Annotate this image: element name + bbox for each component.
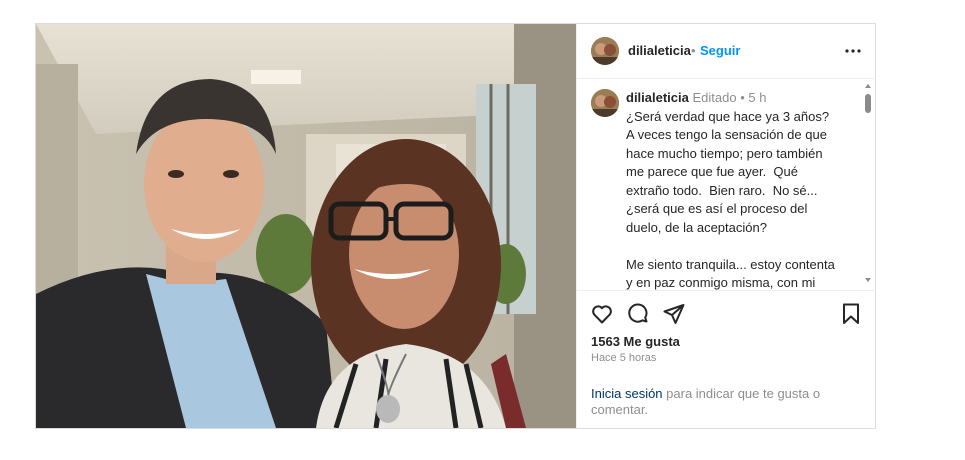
post-image	[36, 24, 576, 428]
scroll-thumb[interactable]	[865, 94, 871, 113]
caption-paragraph-1: ¿Será verdad que hace ya 3 años? A veces…	[626, 108, 836, 235]
likes-count[interactable]: 1563 Me gusta	[591, 334, 680, 349]
caption-avatar[interactable]	[591, 89, 619, 117]
caption-username[interactable]: dilialeticia	[626, 90, 689, 105]
caption-body: dilialeticia Editado • 5 h ¿Será verdad …	[626, 89, 842, 291]
meta-separator: •	[740, 90, 745, 105]
post-card: dilialeticia • Seguir dilialeticia Edita…	[35, 23, 876, 429]
caption-paragraph-2: Me siento tranquila... estoy contenta y …	[626, 256, 835, 291]
login-link[interactable]: Inicia sesión	[591, 386, 663, 401]
avatar-image	[591, 37, 619, 65]
scroll-down-icon[interactable]	[865, 278, 871, 282]
avatar[interactable]	[591, 37, 619, 65]
caption-area[interactable]: dilialeticia Editado • 5 h ¿Será verdad …	[577, 79, 876, 291]
more-options-icon[interactable]	[844, 42, 862, 60]
scroll-up-icon[interactable]	[865, 84, 871, 88]
avatar-image	[591, 89, 619, 117]
bookmark-icon[interactable]	[839, 302, 863, 326]
post-sidebar: dilialeticia • Seguir dilialeticia Edita…	[576, 24, 876, 428]
post-timestamp[interactable]: Hace 5 horas	[591, 352, 656, 364]
username-link[interactable]: dilialeticia	[628, 43, 691, 58]
edited-label: Editado	[692, 90, 737, 105]
post-header: dilialeticia • Seguir	[577, 24, 876, 79]
login-prompt: Inicia sesión para indicar que te gusta …	[591, 386, 826, 418]
post-photo[interactable]	[36, 24, 576, 428]
caption-scrollbar[interactable]	[862, 79, 874, 290]
action-bar	[577, 292, 876, 336]
heart-icon[interactable]	[590, 302, 614, 326]
share-icon[interactable]	[662, 302, 686, 326]
comment-icon[interactable]	[626, 302, 650, 326]
header-separator: •	[691, 43, 696, 58]
caption-time[interactable]: 5 h	[748, 90, 766, 105]
follow-button[interactable]: Seguir	[700, 43, 740, 58]
